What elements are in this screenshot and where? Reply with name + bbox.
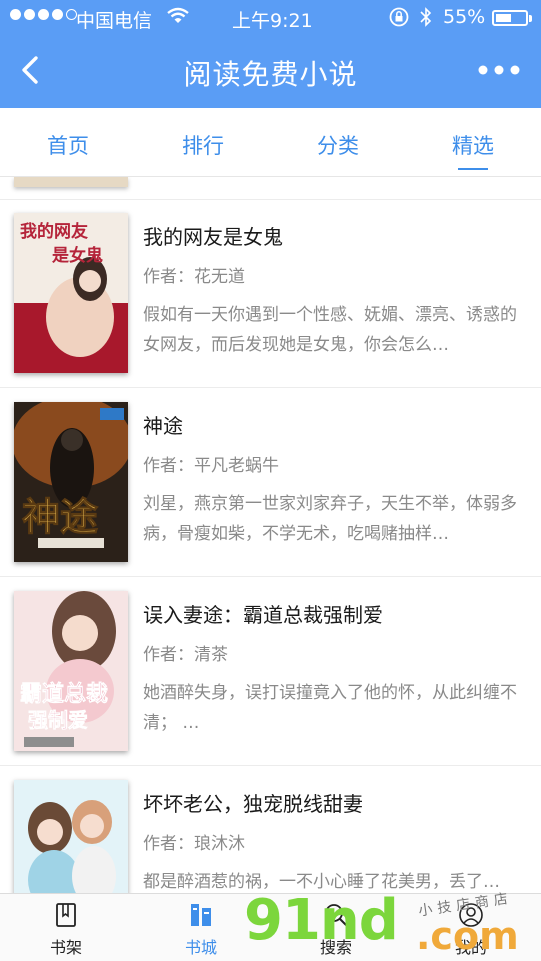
carrier-label: 中国电信	[76, 10, 153, 32]
book-title[interactable]: 神途	[143, 410, 183, 439]
book-cover[interactable]: 神途	[14, 402, 128, 562]
battery-percent: 55%	[443, 6, 486, 28]
book-title[interactable]: 我的网友是女鬼	[143, 221, 283, 250]
tab-home[interactable]: 首页	[18, 130, 118, 160]
bottom-tab-label: 搜索	[319, 938, 352, 957]
tab-ranking[interactable]: 排行	[153, 130, 253, 160]
tab-featured[interactable]: 精选	[423, 130, 523, 170]
battery-icon	[492, 10, 532, 26]
nav-bar: 阅读免费小说	[0, 36, 541, 108]
status-bar: 中国电信 上午9:21 55%	[0, 0, 541, 36]
signal-icon	[10, 9, 77, 20]
book-item[interactable]: 我的网友 是女鬼 我的网友是女鬼 作者：花无道 假如有一天你遇到一个性感、妩媚、…	[0, 199, 541, 387]
bottom-tab-mine[interactable]: 我的	[421, 894, 521, 961]
book-author: 作者：琅沐沐	[143, 834, 245, 854]
bottom-tab-bar: 书架 书城 搜索 我的	[0, 893, 541, 961]
book-author: 作者：清茶	[143, 645, 228, 665]
bookshelf-icon	[56, 903, 76, 927]
book-author: 作者：花无道	[143, 267, 245, 287]
book-cover[interactable]: 霸道总裁 强制爱	[14, 591, 128, 751]
book-title[interactable]: 误入妻途：霸道总裁强制爱	[143, 599, 383, 628]
bottom-tab-bookshelf[interactable]: 书架	[16, 894, 116, 961]
book-item[interactable]: 独宠 坏坏老公，独宠脱线甜妻 作者：琅沐沐 都是醉酒惹的祸，一不小心睡了花美男，…	[0, 766, 541, 893]
search-icon	[325, 904, 347, 926]
book-item[interactable]: 霸道总裁 强制爱 误入妻途：霸道总裁强制爱 作者：清茶 她酒醉失身，误打误撞竟入…	[0, 577, 541, 765]
partial-book-cover	[14, 177, 128, 187]
more-dots-icon[interactable]	[477, 60, 521, 80]
book-list[interactable]: 我的网友 是女鬼 我的网友是女鬼 作者：花无道 假如有一天你遇到一个性感、妩媚、…	[0, 177, 541, 893]
wifi-icon	[167, 7, 189, 23]
book-cover[interactable]: 独宠	[14, 780, 128, 893]
book-description: 她酒醉失身，误打误撞竟入了他的怀，从此纠缠不清； …	[143, 683, 517, 733]
user-icon	[459, 903, 483, 927]
bottom-tab-label: 书架	[49, 938, 82, 957]
page-title: 阅读免费小说	[183, 58, 358, 91]
book-title[interactable]: 坏坏老公，独宠脱线甜妻	[143, 788, 363, 817]
book-author: 作者：平凡老蜗牛	[143, 456, 279, 476]
bookstore-icon	[191, 904, 211, 926]
book-cover[interactable]: 我的网友 是女鬼	[14, 213, 128, 373]
rotation-lock-icon	[389, 7, 409, 27]
bottom-tab-search[interactable]: 搜索	[286, 894, 386, 961]
tab-category[interactable]: 分类	[288, 130, 388, 160]
book-description: 刘星，燕京第一世家刘家弃子，天生不举，体弱多病，骨瘦如柴，不学无术，吃喝赌抽样…	[143, 494, 517, 544]
bottom-tab-bookstore[interactable]: 书城	[151, 894, 251, 961]
cover-title-text: 我的网友	[20, 221, 88, 242]
bottom-tab-label: 我的	[454, 938, 487, 957]
svg-text:霸道总裁: 霸道总裁	[20, 681, 108, 707]
svg-text:强制爱: 强制爱	[28, 708, 88, 732]
bluetooth-icon	[420, 7, 432, 27]
book-description: 都是醉酒惹的祸，一不小心睡了花美男，丢了…	[143, 872, 500, 892]
svg-text:是女鬼: 是女鬼	[52, 245, 103, 266]
clock-label: 上午9:21	[232, 10, 313, 32]
category-tabs: 首页 排行 分类 精选	[0, 108, 541, 177]
svg-text:神途: 神途	[22, 494, 98, 539]
book-description: 假如有一天你遇到一个性感、妩媚、漂亮、诱惑的女网友，而后发现她是女鬼，你会怎么…	[143, 305, 517, 355]
book-item[interactable]: 神途 神途 作者：平凡老蜗牛 刘星，燕京第一世家刘家弃子，天生不举，体弱多病，骨…	[0, 388, 541, 576]
bottom-tab-label: 书城	[184, 938, 217, 957]
